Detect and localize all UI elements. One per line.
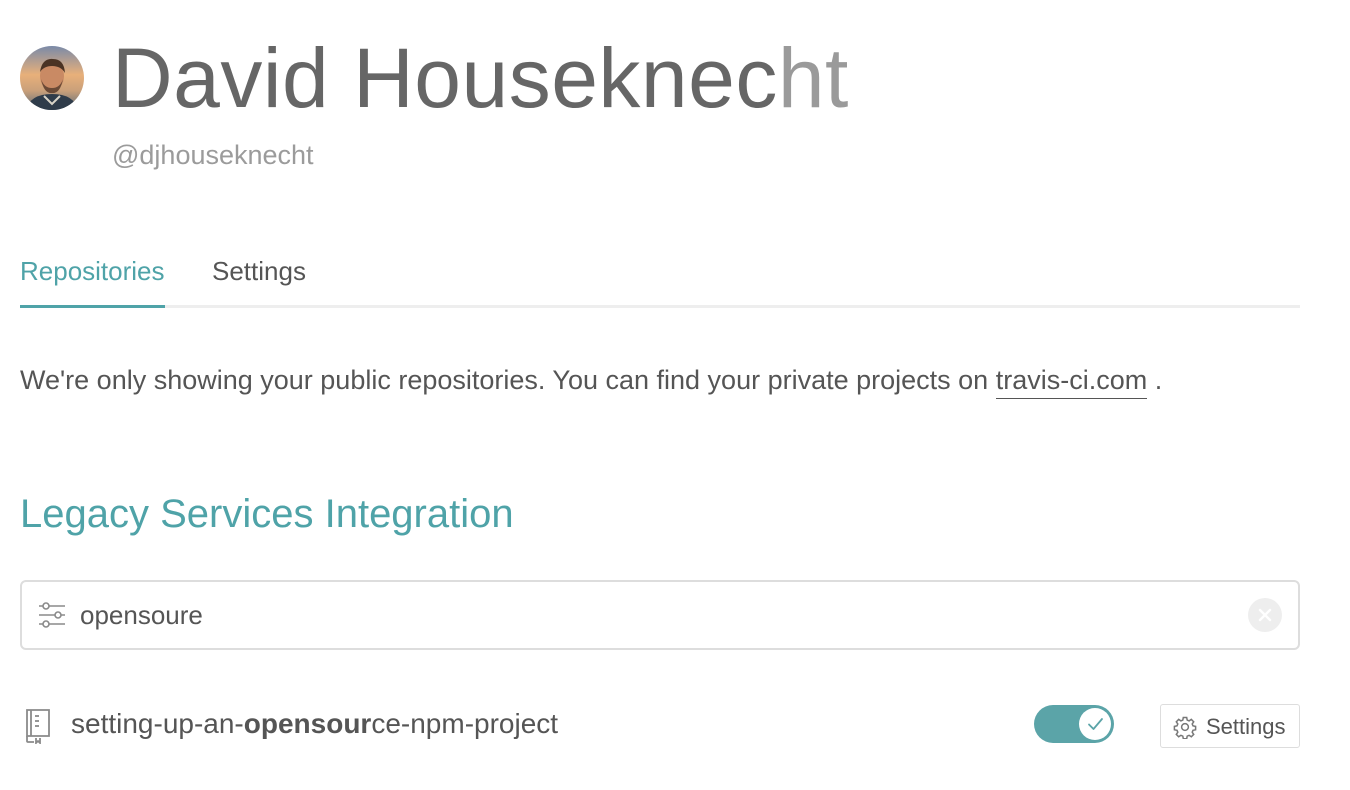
public-repos-notice: We're only showing your public repositor… bbox=[20, 362, 1163, 399]
profile-handle: @djhouseknecht bbox=[112, 140, 314, 170]
repository-row: setting-up-an-opensource-npm-project Set… bbox=[20, 700, 1300, 750]
repository-book-icon bbox=[26, 709, 50, 744]
profile-tabs: Repositories Settings bbox=[20, 248, 1300, 308]
repository-settings-button[interactable]: Settings bbox=[1160, 704, 1300, 748]
avatar bbox=[20, 46, 84, 110]
repository-name[interactable]: setting-up-an-opensource-npm-project bbox=[71, 704, 558, 744]
profile-name: David Houseknecht bbox=[112, 28, 849, 128]
notice-text: We're only showing your public repositor… bbox=[20, 365, 996, 395]
toggle-knob bbox=[1079, 708, 1111, 740]
profile-name-main: David Houseknec bbox=[112, 31, 778, 125]
tab-settings-label: Settings bbox=[212, 256, 306, 286]
tab-settings[interactable]: Settings bbox=[212, 254, 306, 288]
search-input[interactable] bbox=[80, 594, 1230, 636]
repository-search bbox=[20, 580, 1300, 650]
repo-name-suffix: ce-npm-project bbox=[371, 708, 559, 739]
section-title: Legacy Services Integration bbox=[20, 492, 514, 536]
clear-circle-icon bbox=[1258, 608, 1272, 622]
profile-name-faded: ht bbox=[777, 31, 849, 125]
gear-icon bbox=[1173, 716, 1197, 739]
repo-name-prefix: setting-up-an- bbox=[71, 708, 244, 739]
profile-page: David Houseknecht @djhouseknecht Reposit… bbox=[0, 0, 1350, 790]
travis-ci-com-link[interactable]: travis-ci.com bbox=[995, 365, 1148, 399]
filter-sliders-icon bbox=[39, 602, 65, 628]
repository-settings-label: Settings bbox=[1206, 714, 1286, 739]
repository-enable-toggle[interactable] bbox=[1034, 705, 1114, 743]
avatar-image bbox=[20, 46, 84, 110]
clear-search-button[interactable] bbox=[1248, 598, 1282, 632]
tab-repositories-label: Repositories bbox=[20, 256, 165, 286]
repo-name-match: opensour bbox=[243, 708, 372, 739]
notice-suffix: . bbox=[1147, 365, 1163, 395]
tab-repositories[interactable]: Repositories bbox=[20, 254, 165, 308]
active-tab-indicator bbox=[20, 305, 165, 308]
checkmark-icon bbox=[1088, 718, 1103, 730]
